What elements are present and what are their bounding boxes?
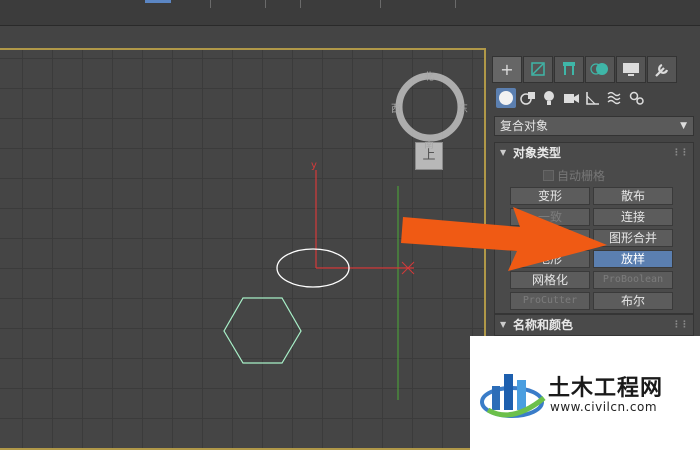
bulb-icon — [544, 91, 554, 105]
command-panel-tabs: + — [488, 56, 700, 84]
toolbar-separator — [380, 0, 381, 8]
viewcube-east: 东 — [458, 104, 468, 115]
name-color-header[interactable]: ▼ 名称和颜色 ⋮⋮ — [495, 315, 693, 335]
sphere-icon — [499, 91, 513, 105]
modify-icon — [531, 62, 545, 76]
chevron-down-icon: ▼ — [680, 121, 687, 131]
civilcn-logo-icon — [480, 374, 546, 418]
procutter-button[interactable]: ProCutter — [510, 292, 590, 310]
tab-utilities[interactable] — [647, 56, 677, 83]
hexagon-shape[interactable] — [223, 297, 302, 364]
spacewarps-category-button[interactable] — [605, 88, 625, 108]
toolbar-separator — [265, 0, 266, 8]
object-category-dropdown[interactable]: 复合对象 ▼ — [494, 116, 694, 136]
plus-icon: + — [500, 60, 514, 79]
shapes-category-button[interactable] — [518, 88, 538, 108]
viewcube-ring[interactable] — [395, 72, 465, 142]
viewcube-west: 西 — [391, 104, 401, 115]
toolbar-separator — [300, 0, 301, 8]
morph-button[interactable]: 变形 — [510, 187, 590, 205]
display-icon — [623, 63, 639, 76]
viewcube-north: 北 — [424, 72, 434, 83]
watermark-url: www.civilcn.com — [550, 400, 658, 414]
annotation-arrow-icon — [401, 207, 607, 271]
ruler-icon — [586, 92, 599, 105]
tab-motion[interactable] — [585, 56, 615, 83]
main-toolbar — [0, 0, 700, 26]
lights-category-button[interactable] — [539, 88, 559, 108]
watermark-name: 土木工程网 — [548, 376, 664, 401]
tab-display[interactable] — [616, 56, 646, 83]
boolean-button[interactable]: 布尔 — [593, 292, 673, 310]
grip-icon: ⋮⋮ — [672, 320, 689, 330]
systems-category-button[interactable] — [627, 88, 647, 108]
watermark-logo: 土木工程网 www.civilcn.com — [470, 336, 700, 450]
viewcube-south: 南 — [424, 140, 434, 151]
scatter-button[interactable]: 散布 — [593, 187, 673, 205]
gears-icon — [629, 91, 644, 105]
object-category-icons — [493, 88, 693, 110]
name-color-rollout: ▼ 名称和颜色 ⋮⋮ — [494, 314, 694, 336]
camera-icon — [564, 94, 579, 103]
motion-icon — [590, 63, 608, 75]
object-type-header[interactable]: ▼ 对象类型 ⋮⋮ — [495, 143, 693, 163]
shapes-icon — [520, 92, 535, 105]
cameras-category-button[interactable] — [561, 88, 581, 108]
viewport-label-bar — [0, 26, 700, 46]
tab-create[interactable]: + — [492, 56, 522, 83]
waves-icon — [607, 91, 621, 105]
collapse-triangle-icon: ▼ — [500, 320, 507, 329]
autogrid-label: 自动栅格 — [557, 169, 606, 183]
name-color-title: 名称和颜色 — [513, 318, 574, 332]
dropdown-value: 复合对象 — [500, 119, 549, 133]
collapse-triangle-icon: ▼ — [500, 148, 507, 157]
toolbar-selected-indicator — [145, 0, 171, 3]
tab-modify[interactable] — [523, 56, 553, 83]
object-type-title: 对象类型 — [513, 146, 562, 160]
grip-icon: ⋮⋮ — [672, 148, 689, 158]
tab-hierarchy[interactable] — [554, 56, 584, 83]
y-axis-label: y — [311, 160, 317, 171]
toolbar-separator — [210, 0, 211, 8]
checkbox-icon — [543, 170, 554, 181]
autogrid-checkbox[interactable]: 自动栅格 — [543, 167, 605, 184]
wrench-icon — [655, 63, 669, 77]
helpers-category-button[interactable] — [583, 88, 603, 108]
toolbar-separator — [455, 0, 456, 8]
geometry-category-button[interactable] — [496, 88, 516, 108]
hierarchy-icon — [563, 62, 575, 75]
